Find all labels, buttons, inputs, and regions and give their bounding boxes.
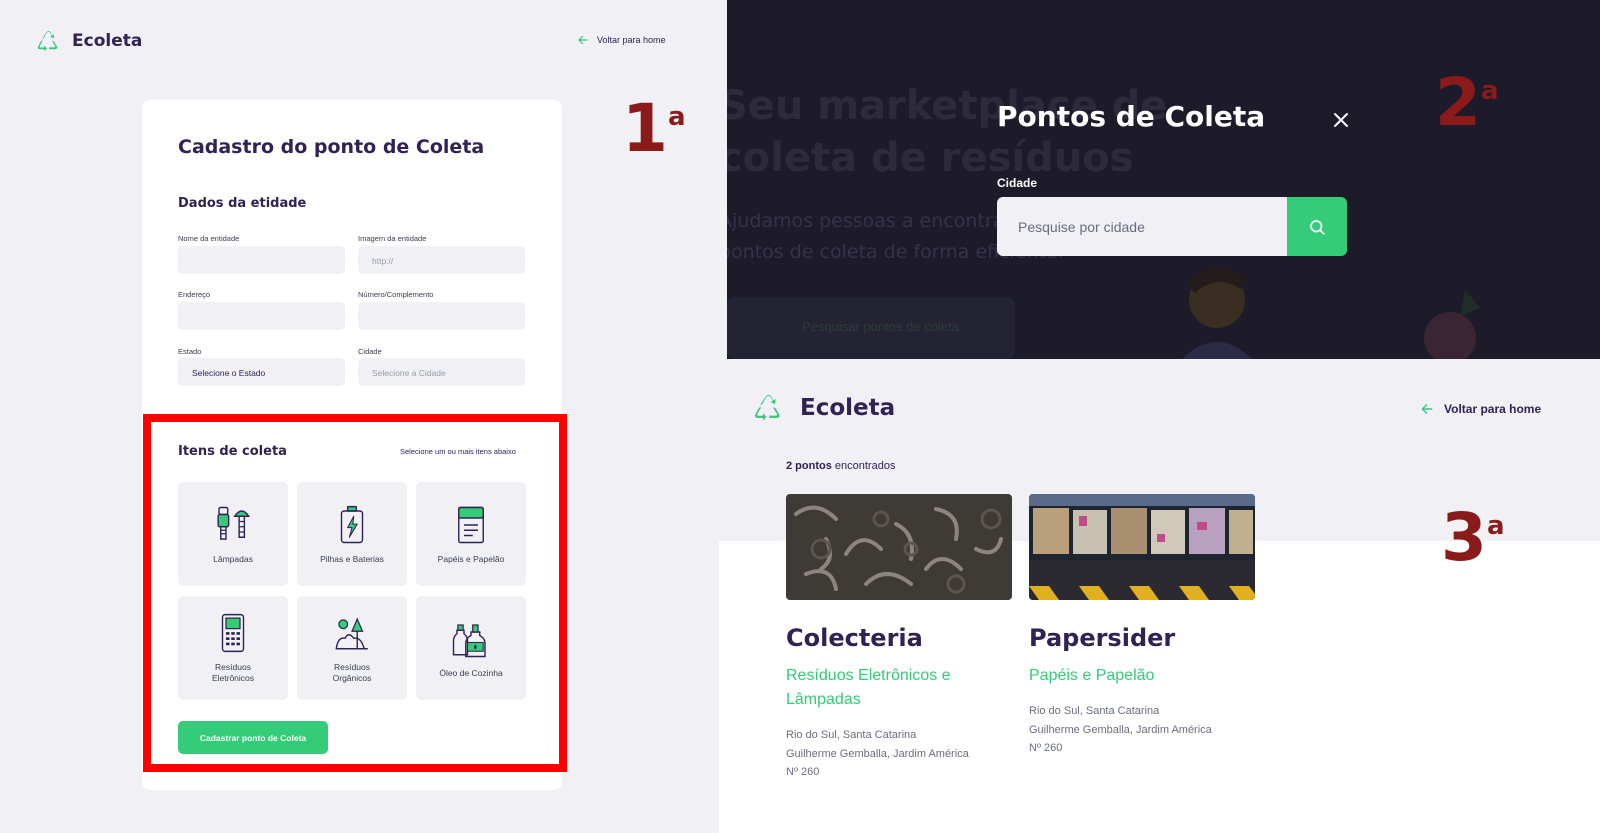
recycle-icon xyxy=(755,394,780,421)
search-modal-panel: Seu marketplace de coleta de resíduos Aj… xyxy=(727,0,1600,359)
point-name: Papersider xyxy=(1029,624,1176,652)
point-image xyxy=(1029,494,1255,600)
background-button-label: Pesquisar pontos de coleta xyxy=(802,319,959,334)
recycle-icon xyxy=(37,31,58,52)
results-count-suffix: encontrados xyxy=(831,460,896,472)
state-select[interactable]: Selecione o Estado xyxy=(178,358,345,386)
oil-icon xyxy=(452,623,486,657)
submit-button[interactable]: Cadastrar ponto de Coleta xyxy=(178,721,328,754)
back-home-link[interactable]: Voltar para home xyxy=(577,34,666,46)
address-label: Endereço xyxy=(178,290,211,299)
paper-icon xyxy=(458,506,484,543)
item-label: Pilhas e Baterias xyxy=(320,553,384,564)
point-address: Rio do Sul, Santa Catarina Guilherme Gem… xyxy=(786,726,1012,782)
arrow-left-icon xyxy=(578,35,588,45)
item-label: Óleo de Cozinha xyxy=(439,667,503,678)
marker-suffix: a xyxy=(1486,511,1505,541)
point-city: Rio do Sul, Santa Catarina xyxy=(786,729,917,741)
search-icon xyxy=(1310,219,1325,235)
battery-icon xyxy=(340,505,364,543)
point-number: Nº 260 xyxy=(1029,742,1063,754)
close-icon[interactable] xyxy=(1332,111,1350,129)
results-count: 2 pontos encontrados xyxy=(786,460,895,472)
city-search-input[interactable]: Pesquise por cidade xyxy=(997,197,1287,256)
entity-section-title: Dados da etidade xyxy=(178,196,307,211)
point-city: Rio do Sul, Santa Catarina xyxy=(1029,705,1160,717)
electronics-icon xyxy=(221,613,245,653)
entity-name-input[interactable] xyxy=(178,246,345,274)
item-batteries[interactable]: Pilhas e Baterias xyxy=(297,482,407,586)
state-label: Estado xyxy=(178,347,202,356)
point-name: Colecteria xyxy=(786,624,923,652)
vegetable-illustration xyxy=(1424,290,1480,359)
marker-1: 1a xyxy=(622,96,685,162)
items-section-title: Itens de coleta xyxy=(178,444,287,459)
image-label: Imagem da entidade xyxy=(358,234,427,243)
marker-number: 1 xyxy=(622,90,668,167)
logo-text: Ecoleta xyxy=(800,394,896,421)
marker-number: 3 xyxy=(1441,499,1487,576)
marker-suffix: a xyxy=(667,102,686,132)
number-input[interactable] xyxy=(358,302,525,330)
item-organic[interactable]: Resíduos Orgânicos xyxy=(297,596,407,700)
modal-title: Pontos de Coleta xyxy=(997,100,1266,133)
logo[interactable]: Ecoleta xyxy=(751,391,895,424)
items-hint: Selecione um ou mais itens abaixo xyxy=(400,447,516,456)
arrow-left-icon xyxy=(1421,404,1433,414)
city-select[interactable]: Selecione a Cidade xyxy=(358,358,525,386)
city-search-label: Cidade xyxy=(997,176,1038,190)
organic-icon xyxy=(335,617,368,650)
person-illustration xyxy=(1182,267,1252,359)
point-card[interactable]: Colecteria Resíduos Eletrônicos e Lâmpad… xyxy=(786,494,1012,782)
back-home-label: Voltar para home xyxy=(1444,402,1542,416)
item-label: Papéis e Papelão xyxy=(437,553,505,564)
search-button[interactable] xyxy=(1287,197,1347,256)
entity-image-input[interactable]: http:// xyxy=(358,246,525,274)
item-oil[interactable]: Óleo de Cozinha xyxy=(416,596,526,700)
point-items: Resíduos Eletrônicos e Lâmpadas xyxy=(786,667,951,708)
register-panel: Ecoleta Voltar para home Cadastro do pon… xyxy=(0,0,727,833)
logo-text: Ecoleta xyxy=(72,31,143,51)
address-input[interactable] xyxy=(178,302,345,330)
back-home-link[interactable]: Voltar para home xyxy=(1420,402,1541,416)
point-items: Papéis e Papelão xyxy=(1029,667,1155,684)
logo[interactable]: Ecoleta xyxy=(35,28,142,54)
point-address: Rio do Sul, Santa Catarina Guilherme Gem… xyxy=(1029,702,1255,758)
lamps-icon xyxy=(217,506,251,540)
city-label: Cidade xyxy=(358,347,382,356)
item-lamps[interactable]: Lâmpadas xyxy=(178,482,288,586)
point-street: Guilherme Gemballa, Jardim América xyxy=(1029,723,1212,736)
results-count-number: 2 pontos xyxy=(786,460,832,472)
marker-number: 2 xyxy=(1435,64,1481,141)
item-label: Resíduos Orgânicos xyxy=(332,662,372,683)
item-label: Lâmpadas xyxy=(213,553,253,564)
back-home-label: Voltar para home xyxy=(597,35,666,45)
page-title: Cadastro do ponto de Coleta xyxy=(178,136,485,158)
point-street: Guilherme Gemballa, Jardim América xyxy=(786,747,969,760)
marker-suffix: a xyxy=(1480,76,1499,106)
number-label: Número/Complemento xyxy=(358,290,434,299)
point-number: Nº 260 xyxy=(786,766,820,778)
items-highlight-box xyxy=(143,414,567,772)
item-electronics[interactable]: Resíduos Eletrônicos xyxy=(178,596,288,700)
name-label: Nome da entidade xyxy=(178,234,240,243)
marker-3: 3a xyxy=(1441,505,1504,571)
point-card[interactable]: Papersider Papéis e Papelão Rio do Sul, … xyxy=(1029,494,1255,758)
background-search-button: Pesquisar pontos de coleta xyxy=(727,297,1015,359)
marker-2: 2a xyxy=(1435,70,1498,136)
results-panel: Ecoleta Voltar para home 2 pontos encont… xyxy=(719,359,1600,833)
item-label: Resíduos Eletrônicos xyxy=(211,662,255,683)
point-image xyxy=(786,494,1012,600)
item-paper[interactable]: Papéis e Papelão xyxy=(416,482,526,586)
